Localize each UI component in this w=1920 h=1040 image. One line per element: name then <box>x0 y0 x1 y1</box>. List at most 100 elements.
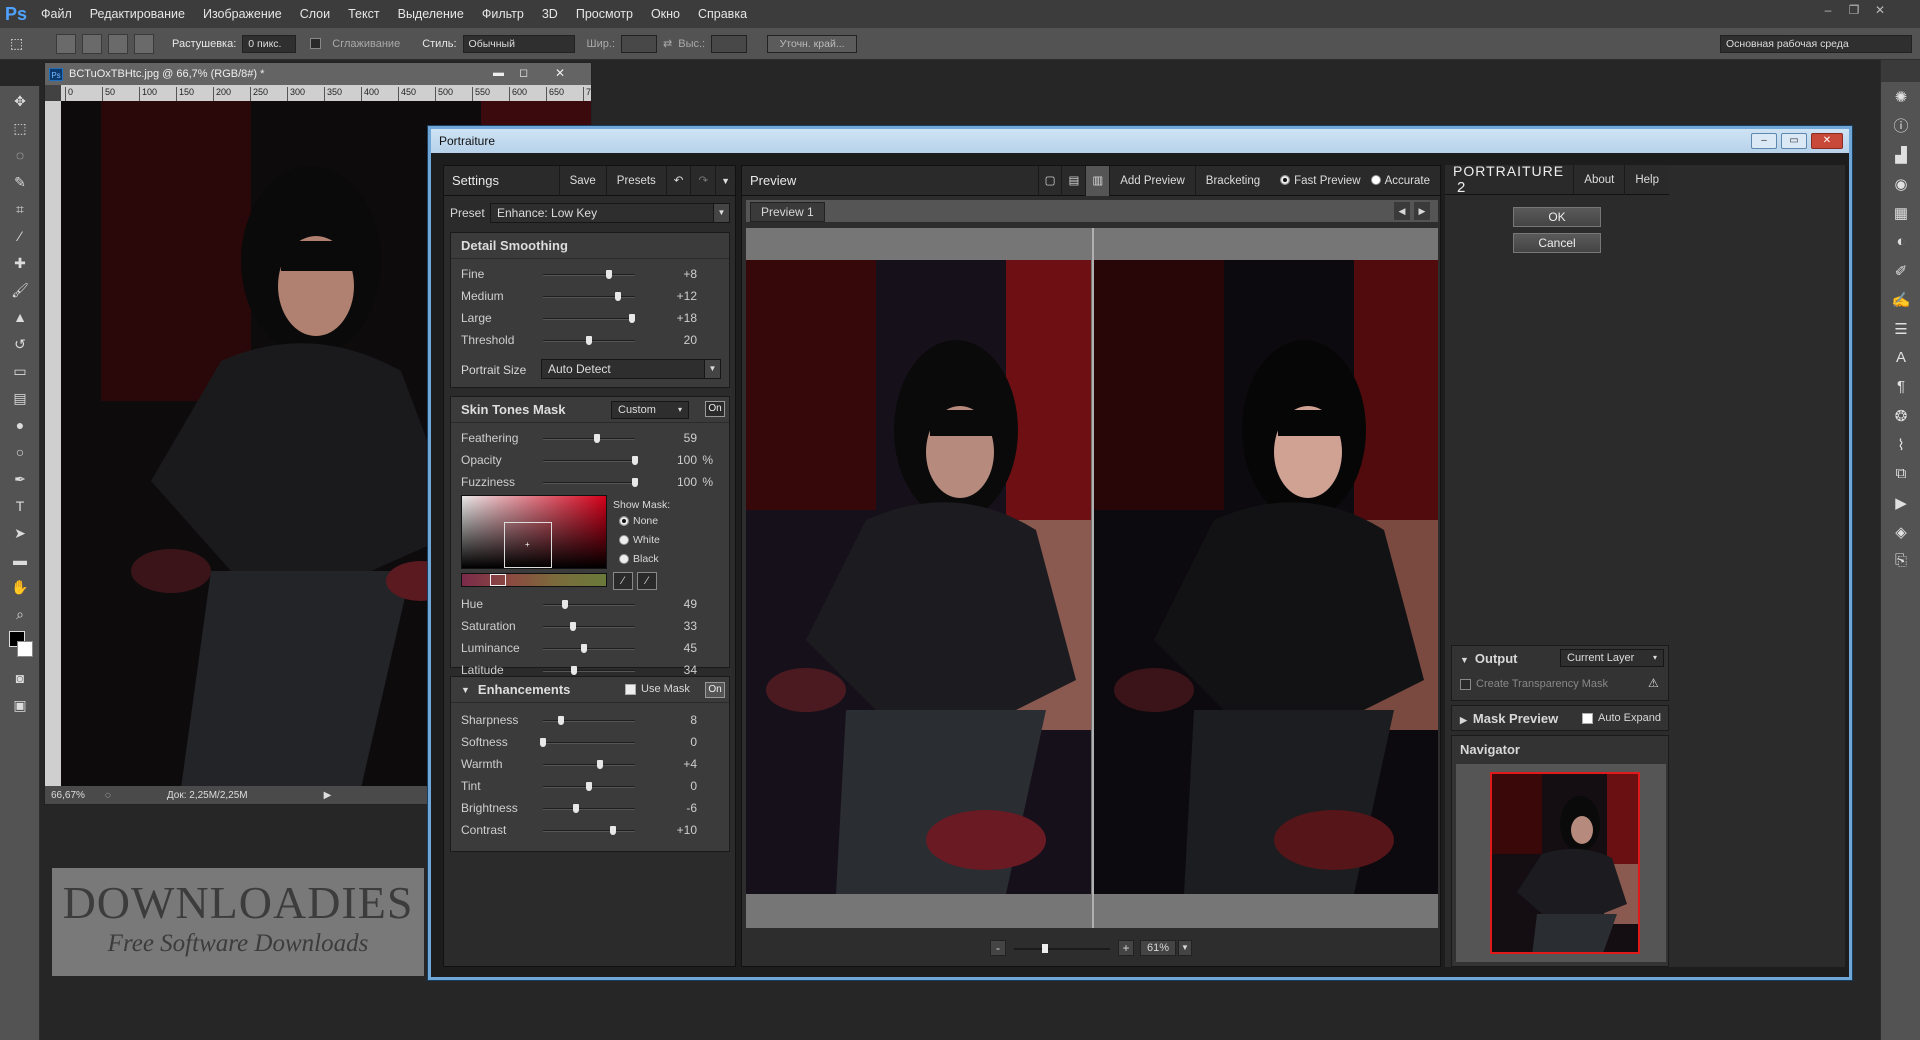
mask-black-option[interactable]: Black <box>619 553 659 565</box>
slider-knob[interactable] <box>586 336 592 345</box>
status-arrow-icon[interactable]: ▶ <box>324 790 332 801</box>
slider-track[interactable] <box>543 622 635 631</box>
dialog-minimize-icon[interactable]: – <box>1751 133 1777 149</box>
mask-preview-header[interactable]: ▶ Mask Preview <box>1460 711 1558 726</box>
preset-select[interactable]: Enhance: Low Key ▼ <box>490 203 730 223</box>
fast-preview-option[interactable]: Fast Preview <box>1270 166 1370 196</box>
cancel-button[interactable]: Cancel <box>1513 233 1601 253</box>
slider-value[interactable]: 8 <box>690 713 697 727</box>
slider-track[interactable] <box>543 434 635 443</box>
redo-icon[interactable]: ↷ <box>690 165 715 196</box>
slider-track[interactable] <box>543 314 636 323</box>
output-select[interactable]: Current Layer ▾ <box>1560 649 1664 667</box>
actions-panel-icon[interactable]: ▶ <box>1881 488 1920 517</box>
layers-panel-icon[interactable]: ◈ <box>1881 517 1920 546</box>
slider-track[interactable] <box>543 478 638 487</box>
close-icon[interactable]: ✕ <box>1868 0 1892 20</box>
about-button[interactable]: About <box>1573 164 1624 195</box>
swatches-panel-icon[interactable]: ▦ <box>1881 198 1920 227</box>
screen-mode-icon[interactable]: ▣ <box>7 693 33 717</box>
auto-expand-checkbox[interactable]: Auto Expand <box>1582 712 1661 724</box>
slider-track[interactable] <box>543 826 635 835</box>
skin-on-toggle[interactable]: On <box>705 401 725 417</box>
dodge-tool-icon[interactable]: ○ <box>7 440 33 464</box>
paragraph-panel-icon[interactable]: ¶ <box>1881 372 1920 401</box>
enh-slider-tint[interactable]: Tint 0 <box>461 777 721 795</box>
enh-slider-sharpness[interactable]: Sharpness 8 <box>461 711 721 729</box>
character-panel-icon[interactable]: A <box>1881 343 1920 372</box>
slider-knob[interactable] <box>629 314 636 323</box>
tab-prev-icon[interactable]: ◀ <box>1394 202 1410 220</box>
skin-slider-feathering[interactable]: Feathering 59 <box>461 429 721 447</box>
detail-slider-medium[interactable]: Medium +12 <box>461 287 721 305</box>
bracketing-button[interactable]: Bracketing <box>1194 165 1270 196</box>
add-preview-button[interactable]: Add Preview <box>1109 165 1195 196</box>
slider-value[interactable]: +12 <box>677 289 697 303</box>
presets-button[interactable]: Presets <box>605 165 666 196</box>
eyedropper-tool-icon[interactable]: ⁄ <box>7 224 33 248</box>
hsl-slider-saturation[interactable]: Saturation 33 <box>461 617 721 635</box>
width-input[interactable] <box>621 34 658 53</box>
brush-presets-icon[interactable]: ☰ <box>1881 314 1920 343</box>
slider-knob[interactable] <box>632 478 638 487</box>
healing-tool-icon[interactable]: ✚ <box>7 251 33 275</box>
slider-knob[interactable] <box>558 716 565 725</box>
slider-knob[interactable] <box>562 600 569 609</box>
slider-value[interactable]: +18 <box>677 311 697 325</box>
menu-help[interactable]: Справка <box>689 0 756 28</box>
save-button[interactable]: Save <box>558 165 606 196</box>
menu-filter[interactable]: Фильтр <box>473 0 533 28</box>
color-swatches-icon[interactable] <box>7 629 33 663</box>
slider-track[interactable] <box>543 644 635 653</box>
zoom-in-button[interactable]: + <box>1118 940 1134 956</box>
navigator-panel-icon[interactable]: ✺ <box>1881 82 1920 111</box>
quick-select-tool-icon[interactable]: ✎ <box>7 170 33 194</box>
paths-panel-icon[interactable]: ⌇ <box>1881 430 1920 459</box>
slider-knob[interactable] <box>570 622 577 631</box>
zoom-tool-icon[interactable]: ⌕ <box>7 602 33 626</box>
slider-knob[interactable] <box>609 826 616 835</box>
use-mask-checkbox[interactable]: Use Mask <box>625 683 690 695</box>
output-header[interactable]: ▼ Output <box>1460 651 1518 666</box>
menu-file[interactable]: Файл <box>32 0 81 28</box>
transparency-mask-checkbox[interactable]: Create Transparency Mask <box>1460 678 1608 690</box>
hsl-slider-hue[interactable]: Hue 49 <box>461 595 721 613</box>
layers-3d-icon[interactable]: ❂ <box>1881 401 1920 430</box>
settings-menu-icon[interactable]: ▼ <box>715 165 735 196</box>
doc-maximize-icon[interactable]: ◻ <box>519 66 528 79</box>
slider-track[interactable] <box>543 716 635 725</box>
new-selection-button[interactable] <box>56 33 76 54</box>
workspace-select[interactable]: Основная рабочая среда <box>1720 34 1912 53</box>
subtract-selection-button[interactable] <box>108 33 128 54</box>
feather-input[interactable]: 0 пикс. <box>242 34 297 53</box>
gradient-tool-icon[interactable]: ▤ <box>7 386 33 410</box>
menu-layers[interactable]: Слои <box>291 0 339 28</box>
slider-knob[interactable] <box>597 760 604 769</box>
slider-value[interactable]: +4 <box>683 757 697 771</box>
slider-track[interactable] <box>543 666 635 675</box>
slider-knob[interactable] <box>586 782 592 791</box>
clone-source-icon[interactable]: ⎘ <box>1881 546 1920 575</box>
accurate-option[interactable]: Accurate <box>1370 166 1440 196</box>
menu-edit[interactable]: Редактирование <box>81 0 194 28</box>
enh-slider-brightness[interactable]: Brightness -6 <box>461 799 721 817</box>
detail-slider-fine[interactable]: Fine +8 <box>461 265 721 283</box>
slider-knob[interactable] <box>540 738 546 747</box>
skin-slider-opacity[interactable]: Opacity 100% <box>461 451 721 469</box>
brush-panel-icon[interactable]: ✍ <box>1881 285 1920 314</box>
slider-track[interactable] <box>543 336 635 345</box>
zoom-readout[interactable]: 66,67% <box>51 790 85 801</box>
menu-view[interactable]: Просмотр <box>567 0 642 28</box>
crop-tool-icon[interactable]: ⌗ <box>7 197 33 221</box>
color-panel-icon[interactable]: ◉ <box>1881 169 1920 198</box>
hsl-slider-luminance[interactable]: Luminance 45 <box>461 639 721 657</box>
split-vertical-icon[interactable]: ▥ <box>1085 165 1110 196</box>
brush-tool-icon[interactable]: 🖌 <box>7 278 33 302</box>
info-panel-icon[interactable]: ⓘ <box>1881 111 1920 140</box>
zoom-slider[interactable] <box>1014 944 1110 953</box>
slider-track[interactable] <box>543 804 635 813</box>
status-info-icon[interactable]: ◌ <box>105 790 111 801</box>
adjustments-panel-icon[interactable]: ◐ <box>1881 227 1920 256</box>
slider-track[interactable] <box>543 270 635 279</box>
undo-icon[interactable]: ↶ <box>665 165 691 196</box>
